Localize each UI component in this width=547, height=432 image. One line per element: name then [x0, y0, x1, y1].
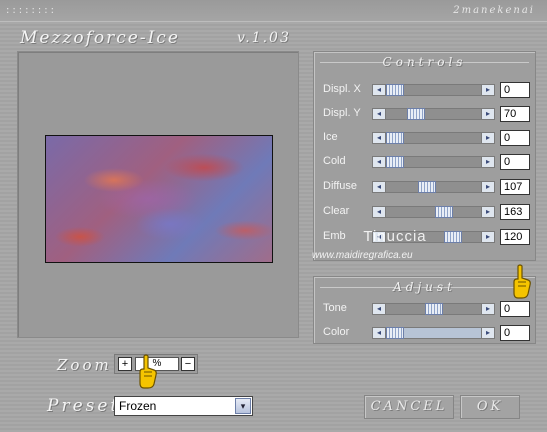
pointing-hand-icon: [513, 264, 531, 299]
adjust-value-field[interactable]: 0: [500, 301, 530, 317]
controls-slider-thumb[interactable]: [435, 206, 454, 218]
controls-slider[interactable]: [372, 206, 495, 218]
chevron-right-icon[interactable]: ▸: [481, 108, 495, 120]
chevron-left-icon[interactable]: ◂: [372, 132, 386, 144]
watermark-name: Tinuccia: [363, 228, 427, 245]
preset-select[interactable]: Frozen ▾: [114, 396, 253, 416]
controls-slider[interactable]: [372, 108, 495, 120]
preset-label: Preset: [47, 396, 121, 416]
controls-label: Displ. X: [323, 83, 361, 95]
controls-label: Cold: [323, 155, 346, 167]
controls-value-field[interactable]: 70: [500, 106, 530, 122]
grip-dots: ::::::::: [6, 5, 57, 16]
top-bar: :::::::: 2manekenai: [0, 0, 547, 22]
chevron-right-icon[interactable]: ▸: [481, 156, 495, 168]
chevron-left-icon[interactable]: ◂: [372, 327, 386, 339]
zoom-in-button[interactable]: +: [118, 357, 132, 371]
adjust-label: Tone: [323, 302, 347, 314]
controls-value-field[interactable]: 120: [500, 229, 530, 245]
author-label: 2manekenai: [453, 5, 535, 16]
preview-image[interactable]: [45, 135, 273, 263]
controls-slider-thumb[interactable]: [386, 132, 404, 144]
adjust-slider-thumb[interactable]: [386, 327, 404, 339]
controls-label: Clear: [323, 205, 350, 217]
chevron-right-icon[interactable]: ▸: [481, 231, 495, 243]
zoom-out-button[interactable]: −: [181, 357, 195, 371]
plugin-version: v.1.03: [237, 30, 291, 46]
zoom-label: Zoom: [57, 356, 112, 374]
controls-value-field[interactable]: 107: [500, 179, 530, 195]
controls-value-field[interactable]: 0: [500, 130, 530, 146]
controls-slider-thumb[interactable]: [418, 181, 437, 193]
adjust-label: Color: [323, 326, 350, 338]
controls-slider-thumb[interactable]: [386, 156, 404, 168]
chevron-right-icon[interactable]: ▸: [481, 303, 495, 315]
chevron-left-icon[interactable]: ◂: [372, 206, 386, 218]
chevron-right-icon[interactable]: ▸: [481, 132, 495, 144]
chevron-right-icon[interactable]: ▸: [481, 84, 495, 96]
controls-value-field[interactable]: 0: [500, 154, 530, 170]
ok-button[interactable]: OK: [460, 395, 520, 419]
chevron-left-icon[interactable]: ◂: [372, 108, 386, 120]
controls-slider-thumb[interactable]: [386, 84, 404, 96]
cancel-button[interactable]: CANCEL: [364, 395, 454, 419]
chevron-left-icon[interactable]: ◂: [372, 181, 386, 193]
controls-value-field[interactable]: 0: [500, 82, 530, 98]
pointing-hand-icon: [139, 354, 157, 389]
controls-label: Diffuse: [323, 180, 358, 192]
controls-title: Controls: [382, 55, 467, 69]
plugin-title: Mezzoforce-Ice: [20, 28, 180, 48]
chevron-down-icon[interactable]: ▾: [235, 398, 251, 414]
adjust-value-field[interactable]: 0: [500, 325, 530, 341]
chevron-right-icon[interactable]: ▸: [481, 327, 495, 339]
chevron-right-icon[interactable]: ▸: [481, 181, 495, 193]
chevron-left-icon[interactable]: ◂: [372, 156, 386, 168]
chevron-left-icon[interactable]: ◂: [372, 303, 386, 315]
controls-label: Displ. Y: [323, 107, 361, 119]
chevron-left-icon[interactable]: ◂: [372, 84, 386, 96]
chevron-right-icon[interactable]: ▸: [481, 206, 495, 218]
controls-label: Ice: [323, 131, 338, 143]
controls-value-field[interactable]: 163: [500, 204, 530, 220]
controls-slider-thumb[interactable]: [406, 108, 425, 120]
adjust-title: Adjust: [393, 280, 456, 294]
watermark-url: www.maidiregrafica.eu: [312, 250, 413, 261]
adjust-slider-thumb[interactable]: [424, 303, 443, 315]
preset-selected-value: Frozen: [119, 399, 157, 413]
